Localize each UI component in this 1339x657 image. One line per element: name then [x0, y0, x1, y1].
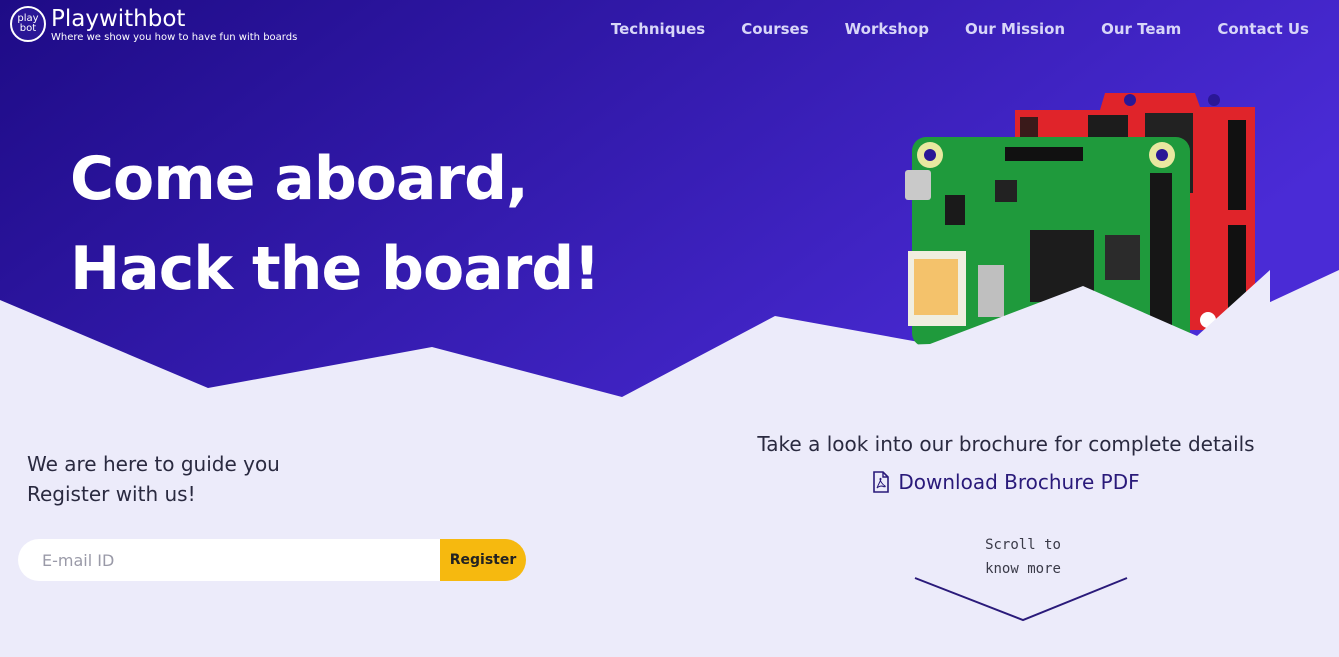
- guide-line-1: We are here to guide you: [27, 452, 280, 476]
- guide-line-2: Register with us!: [27, 482, 196, 506]
- guide-text: We are here to guide you Register with u…: [27, 449, 280, 509]
- hero-line-1: Come aboard,: [70, 144, 529, 214]
- logo-badge: play bot: [10, 6, 46, 42]
- main-nav: Techniques Courses Workshop Our Mission …: [575, 20, 1309, 38]
- nav-techniques[interactable]: Techniques: [611, 20, 705, 38]
- nav-workshop[interactable]: Workshop: [845, 20, 929, 38]
- file-pdf-icon: [873, 471, 890, 493]
- nav-courses[interactable]: Courses: [741, 20, 808, 38]
- register-button[interactable]: Register: [440, 539, 526, 581]
- download-brochure-label: Download Brochure PDF: [898, 470, 1140, 494]
- hero-line-2: Hack the board!: [70, 234, 601, 304]
- brand-tagline: Where we show you how to have fun with b…: [51, 32, 298, 43]
- register-form: Register: [18, 539, 526, 581]
- nav-our-team[interactable]: Our Team: [1101, 20, 1181, 38]
- download-brochure-link[interactable]: Download Brochure PDF: [740, 470, 1272, 494]
- scroll-hint-line-1: Scroll to: [985, 537, 1061, 553]
- brand-logo[interactable]: play bot Playwithbot Where we show you h…: [10, 6, 297, 44]
- scroll-hint: Scroll to know more: [960, 533, 1086, 581]
- nav-contact-us[interactable]: Contact Us: [1217, 20, 1309, 38]
- nav-our-mission[interactable]: Our Mission: [965, 20, 1065, 38]
- chevron-down-icon[interactable]: [913, 575, 1129, 625]
- logo-badge-bottom: bot: [19, 23, 37, 34]
- email-input[interactable]: [18, 539, 440, 581]
- boards-illustration: [900, 93, 1270, 355]
- hero-headline: Come aboard, Hack the board!: [70, 134, 601, 314]
- brochure-prompt: Take a look into our brochure for comple…: [757, 432, 1255, 456]
- brand-title: Playwithbot: [51, 6, 186, 32]
